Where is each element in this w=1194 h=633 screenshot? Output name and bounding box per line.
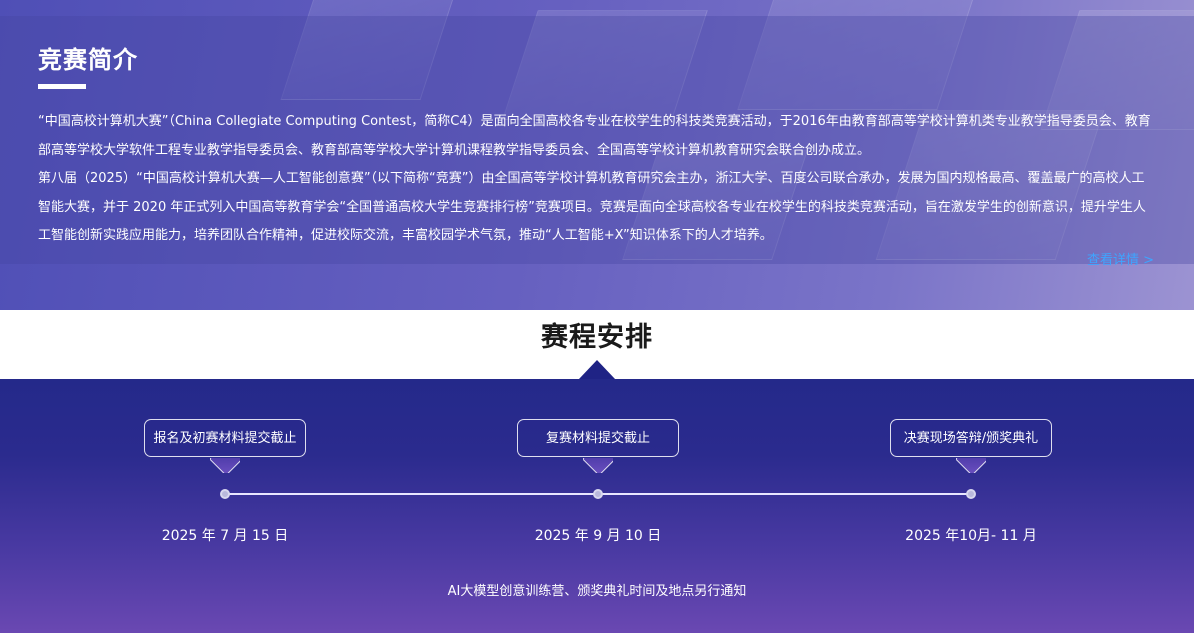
- intro-title: 竞赛简介: [38, 46, 138, 74]
- view-details-link[interactable]: 查看详情 >: [1087, 249, 1154, 268]
- event-label: 复赛材料提交截止: [545, 431, 650, 446]
- event-pointer: [210, 458, 240, 473]
- intro-paragraph-1: “中国高校计算机大赛”（China Collegiate Computing C…: [38, 114, 1151, 158]
- event-date-semifinal: 2025 年 9 月 10 日: [534, 528, 662, 544]
- event-date-registration: 2025 年 7 月 15 日: [161, 528, 289, 544]
- event-box-final: 决赛现场答辩/颁奖典礼: [890, 419, 1052, 457]
- timeline-dot: [593, 489, 603, 499]
- intro-section: 竞赛简介 “中国高校计算机大赛”（China Collegiate Comput…: [0, 0, 1194, 310]
- schedule-notice: AI大模型创意训练营、颁奖典礼时间及地点另行通知: [447, 584, 747, 599]
- event-pointer: [583, 458, 613, 473]
- event-label: 报名及初赛材料提交截止: [153, 431, 297, 446]
- intro-title-underline: [38, 84, 86, 89]
- schedule-title: 赛程安排: [541, 322, 653, 353]
- event-box-semifinal: 复赛材料提交截止: [517, 419, 679, 457]
- title-notch: [579, 360, 615, 379]
- timeline-dot: [220, 489, 230, 499]
- event-label: 决赛现场答辩/颁奖典礼: [903, 431, 1039, 446]
- event-date-final: 2025 年10月- 11 月: [905, 528, 1037, 544]
- intro-paragraph-2: 第八届（2025）“中国高校计算机大赛—人工智能创意赛”（以下简称“竞赛”）由全…: [38, 171, 1146, 243]
- event-pointer: [956, 458, 986, 473]
- event-box-registration: 报名及初赛材料提交截止: [144, 419, 306, 457]
- timeline-dot: [966, 489, 976, 499]
- intro-description: “中国高校计算机大赛”（China Collegiate Computing C…: [38, 108, 1156, 251]
